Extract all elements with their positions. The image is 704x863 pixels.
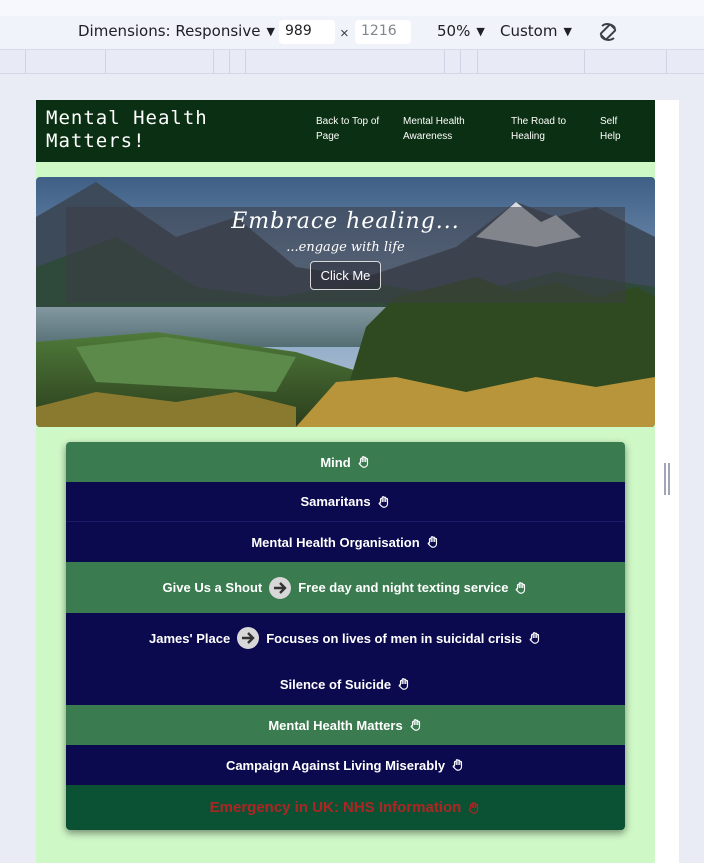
link-label: Mental Health Organisation (251, 534, 420, 550)
navbar: Mental Health Matters! Back to Top of Pa… (36, 100, 655, 162)
link-mental-health-organisation[interactable]: Mental Health Organisation (66, 522, 625, 562)
hero-overlay: Embrace healing... ...engage with life C… (66, 207, 625, 303)
link-detail: Free day and night texting service (298, 580, 509, 595)
throttle-label: Custom (500, 22, 558, 40)
nav-link-text: Back to Top of (316, 116, 380, 127)
link-label: Mind (320, 454, 351, 470)
link-samaritans[interactable]: Samaritans (66, 482, 625, 522)
nav-link-road-to-healing[interactable]: The Road to Healing (511, 114, 566, 144)
nav-link-text: Healing (511, 131, 545, 142)
nav-link-back-to-top[interactable]: Back to Top of Page (316, 114, 379, 144)
arrow-right-circle-icon (237, 627, 260, 649)
nav-link-text: Self (600, 116, 618, 127)
hero-title: Embrace healing... (231, 209, 460, 234)
link-detail: Focuses on lives of men in suicidal cris… (266, 630, 522, 646)
caret-down-icon: ▼ (266, 24, 275, 38)
link-give-us-a-shout[interactable]: Give Us a Shout Free day and night texti… (66, 562, 625, 613)
brand-line-1: Mental Health (46, 107, 208, 129)
link-james-place[interactable]: James' Place Focuses on lives of men in … (66, 613, 625, 663)
link-label: Mental Health Matters (268, 717, 403, 733)
caret-down-icon: ▼ (563, 24, 572, 38)
click-me-button[interactable]: Click Me (309, 261, 382, 290)
link-label: Campaign Against Living Miserably (225, 757, 446, 773)
width-input[interactable]: 989 (279, 20, 335, 44)
hero-banner: Embrace healing... ...engage with life C… (36, 177, 655, 427)
caret-down-icon: ▼ (476, 24, 485, 38)
link-calm[interactable]: Campaign Against Living Miserably (66, 745, 625, 785)
zoom-dropdown[interactable]: 50% ▼ (437, 22, 485, 40)
throttle-dropdown[interactable]: Custom ▼ (500, 22, 572, 40)
site-brand[interactable]: Mental Health Matters! (46, 107, 216, 153)
arrow-right-circle-icon (269, 576, 292, 599)
nav-link-text: Page (316, 131, 340, 142)
link-silence-of-suicide[interactable]: Silence of Suicide (66, 663, 625, 705)
nav-link-text: Awareness (403, 131, 453, 142)
media-query-ruler (0, 50, 704, 74)
link-label: Silence of Suicide (279, 676, 392, 692)
dimensions-dropdown[interactable]: Dimensions: Responsive ▼ (78, 22, 275, 40)
nav-link-text: Help (600, 131, 621, 142)
nav-link-awareness[interactable]: Mental Health Awareness (403, 114, 465, 144)
hero-subtitle: ...engage with life (286, 240, 405, 255)
link-label: Emergency in UK: NHS Information (209, 799, 462, 816)
link-label: Give Us a Shout (162, 580, 263, 595)
link-mental-health-matters[interactable]: Mental Health Matters (66, 705, 625, 745)
hand-pointer-icon (516, 581, 526, 594)
hand-pointer-icon (427, 536, 437, 548)
hand-pointer-icon (358, 456, 368, 468)
nav-link-text: The Road to (511, 116, 567, 127)
hand-pointer-icon (529, 632, 540, 644)
link-label: Samaritans (300, 494, 371, 509)
resize-handle[interactable] (664, 463, 670, 495)
link-mind[interactable]: Mind (66, 442, 625, 482)
devtools-top-strip (0, 0, 704, 16)
hand-pointer-icon (398, 678, 409, 690)
brand-line-2: Matters! (46, 130, 146, 152)
hand-pointer-icon (410, 719, 420, 731)
hand-pointer-icon (452, 759, 463, 771)
link-label: James' Place (149, 630, 231, 646)
zoom-label: 50% (437, 22, 471, 40)
nav-link-self-help[interactable]: Self Help (600, 114, 621, 144)
height-input[interactable]: 1216 (355, 20, 411, 44)
resource-links-list: Mind Samaritans Mental Health Organisati… (66, 442, 625, 830)
dimensions-label: Dimensions: Responsive (78, 22, 261, 40)
hand-pointer-icon (378, 495, 388, 508)
times-symbol: × (340, 25, 349, 42)
devtools-toolbar: Dimensions: Responsive ▼ 989 × 1216 50% … (0, 0, 704, 50)
rotate-icon[interactable] (596, 20, 620, 44)
nav-link-text: Mental Health (403, 116, 465, 127)
hand-pointer-icon (468, 801, 479, 814)
page-viewport: Mental Health Matters! Back to Top of Pa… (36, 100, 655, 863)
link-nhs-emergency[interactable]: Emergency in UK: NHS Information (66, 785, 625, 830)
